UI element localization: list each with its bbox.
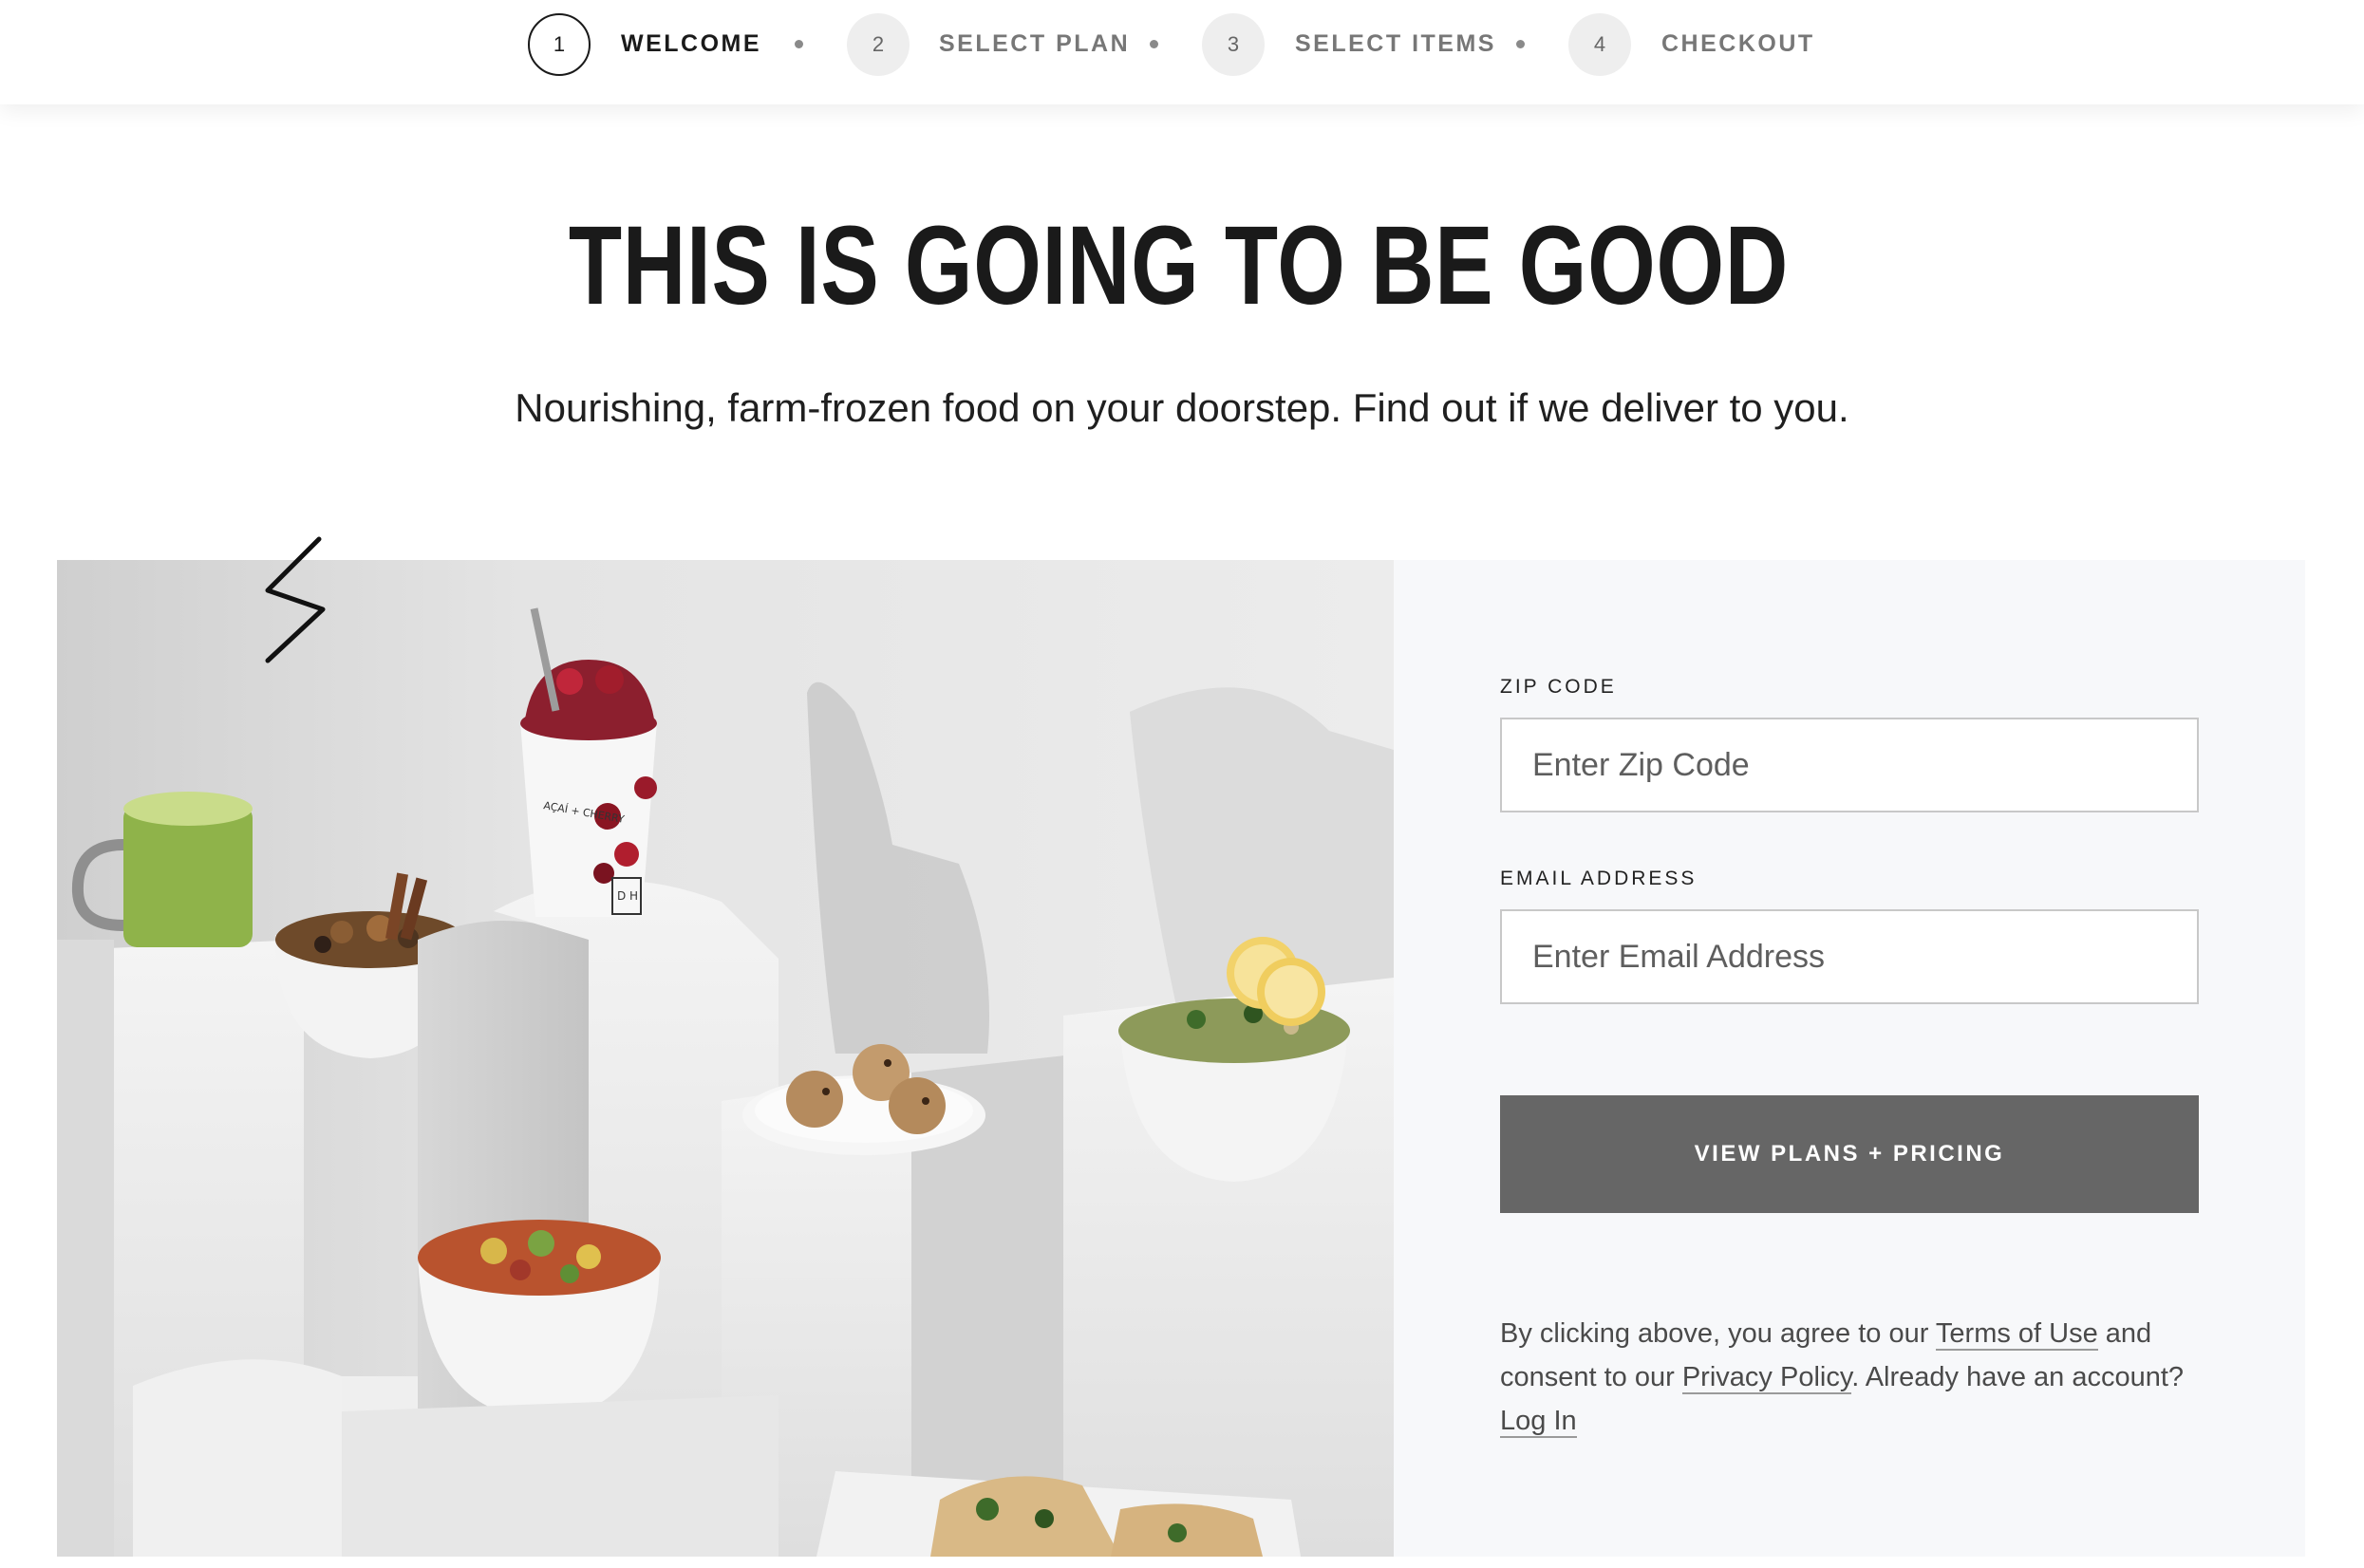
step-4-number: 4 xyxy=(1593,32,1606,56)
step-separator-dot xyxy=(1516,40,1525,48)
terms-of-use-link[interactable]: Terms of Use xyxy=(1935,1318,2098,1351)
page-title: THIS IS GOING TO BE GOOD xyxy=(568,203,1790,328)
step-4-label: CHECKOUT xyxy=(1661,30,1815,57)
food-arrangement-illustration: AÇAÍ + CHERRY D H xyxy=(57,560,1394,1557)
step-2-label: SELECT PLAN xyxy=(939,30,1131,57)
legal-prefix: By clicking above, you agree to our xyxy=(1500,1318,1936,1349)
zip-code-input[interactable] xyxy=(1500,718,2199,812)
step-3-number: 3 xyxy=(1227,32,1240,56)
legal-suffix: . Already have an account? xyxy=(1851,1362,2185,1392)
checkout-stepper: 1 WELCOME 2 SELECT PLAN 3 SELECT ITEMS 4… xyxy=(0,0,2364,104)
log-in-link[interactable]: Log In xyxy=(1500,1406,1577,1438)
cup-logo-text: D H xyxy=(617,889,638,903)
view-plans-pricing-button[interactable]: VIEW PLANS + PRICING xyxy=(1500,1095,2199,1213)
step-1-number: 1 xyxy=(553,32,566,56)
step-separator-dot xyxy=(795,40,803,48)
step-4-circle: 4 xyxy=(1568,13,1631,76)
step-1-circle: 1 xyxy=(528,13,591,76)
step-2-circle: 2 xyxy=(847,13,910,76)
page-subtitle: Nourishing, farm-frozen food on your doo… xyxy=(515,385,1849,430)
step-3-circle: 3 xyxy=(1202,13,1265,76)
step-1-label: WELCOME xyxy=(621,30,762,57)
signup-form-panel: ZIP CODE EMAIL ADDRESS VIEW PLANS + PRIC… xyxy=(1394,560,2305,1557)
privacy-policy-link[interactable]: Privacy Policy xyxy=(1681,1362,1852,1394)
email-address-label: EMAIL ADDRESS xyxy=(1500,868,1698,889)
email-address-input[interactable] xyxy=(1500,909,2199,1004)
lightning-bolt-icon xyxy=(265,536,326,663)
zip-code-label: ZIP CODE xyxy=(1500,676,1617,698)
step-3-label: SELECT ITEMS xyxy=(1295,30,1496,57)
step-2-number: 2 xyxy=(872,32,885,56)
legal-consent-text: By clicking above, you agree to our Term… xyxy=(1500,1312,2222,1443)
product-photo: AÇAÍ + CHERRY D H xyxy=(57,560,1394,1557)
step-separator-dot xyxy=(1150,40,1158,48)
